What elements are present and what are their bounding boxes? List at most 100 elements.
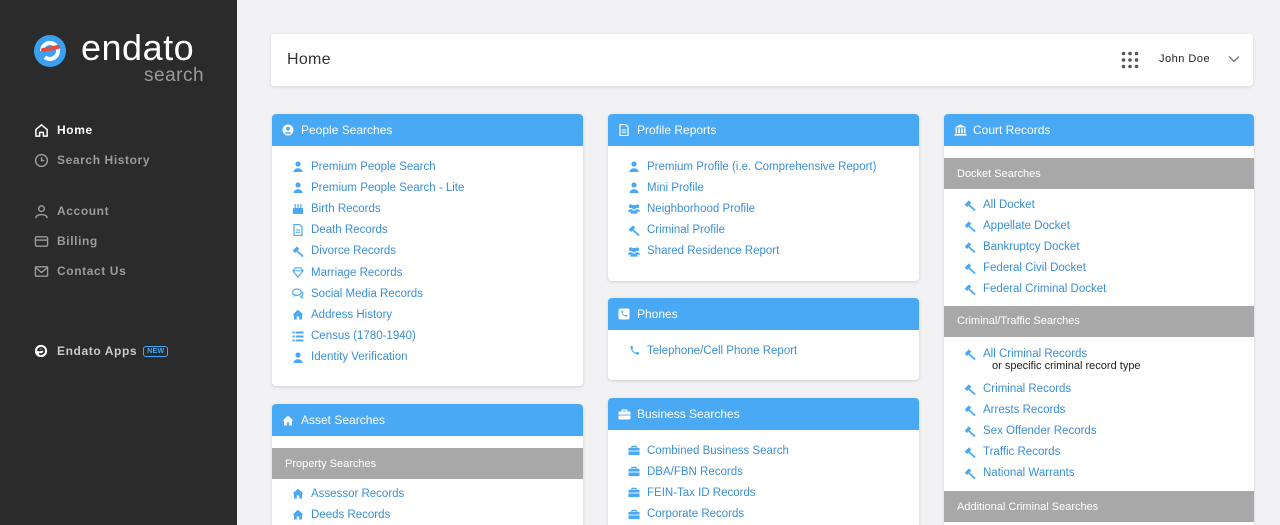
briefcase-icon: [628, 445, 640, 457]
gavel-icon: [964, 383, 976, 395]
additional-criminal-subhead: Additional Criminal Searches: [944, 491, 1254, 523]
link-address-history[interactable]: Address History: [272, 304, 583, 325]
link-premium-people-search[interactable]: Premium People Search: [272, 156, 583, 177]
gavel-icon: [964, 404, 976, 416]
link-assessor-records[interactable]: Assessor Records: [272, 483, 583, 504]
link-traffic-records[interactable]: Traffic Records: [944, 442, 1254, 463]
comments-icon: [292, 288, 304, 300]
list-icon: [292, 330, 304, 342]
gavel-icon: [964, 199, 976, 211]
link-federal-criminal-docket[interactable]: Federal Criminal Docket: [944, 279, 1254, 300]
court-records-card: Court Records Docket Searches All Docket…: [944, 114, 1254, 525]
gavel-icon: [292, 245, 304, 258]
header-bar: Home John Doe: [271, 34, 1253, 86]
sidebar: endato search Home Search History Accoun…: [0, 0, 237, 525]
link-appellate-docket[interactable]: Appellate Docket: [944, 215, 1254, 236]
link-corporate-records[interactable]: Corporate Records: [608, 504, 919, 525]
nav-account[interactable]: Account: [33, 201, 109, 221]
nav-account-label: Account: [57, 204, 110, 218]
apps-grid-icon[interactable]: [1121, 51, 1139, 69]
link-fein-tax-id-records[interactable]: FEIN-Tax ID Records: [608, 482, 919, 503]
credit-card-icon: [33, 233, 49, 249]
criminal-traffic-subhead: Criminal/Traffic Searches: [944, 305, 1254, 337]
user-menu-name[interactable]: John Doe: [1159, 53, 1210, 65]
link-arrests-records[interactable]: Arrests Records: [944, 399, 1254, 420]
link-sex-offender-records[interactable]: Sex Offender Records: [944, 421, 1254, 442]
link-neighborhood-profile[interactable]: Neighborhood Profile: [608, 198, 919, 219]
link-all-docket[interactable]: All Docket: [944, 194, 1254, 215]
courthouse-icon: [953, 123, 967, 137]
link-birth-records[interactable]: Birth Records: [272, 198, 583, 219]
nav-billing[interactable]: Billing: [33, 231, 98, 251]
gavel-icon: [964, 446, 976, 459]
nav-search-history[interactable]: Search History: [33, 150, 150, 170]
phone-square-icon: [617, 307, 631, 321]
link-criminal-profile[interactable]: Criminal Profile: [608, 220, 919, 241]
diamond-icon: [292, 267, 304, 279]
link-deeds-records[interactable]: Deeds Records: [272, 504, 583, 525]
briefcase-icon: [628, 466, 640, 478]
mail-icon: [33, 263, 49, 279]
user-icon: [292, 351, 304, 363]
link-social-media-records[interactable]: Social Media Records: [272, 283, 583, 304]
user-icon: [292, 161, 304, 173]
profile-reports-card: Profile Reports Premium Profile (i.e. Co…: [608, 114, 919, 281]
asset-searches-card: Asset Searches Property Searches Assesso…: [272, 404, 583, 525]
nav-home-label: Home: [57, 123, 93, 137]
gavel-icon: [628, 224, 640, 237]
people-searches-title: People Searches: [301, 123, 393, 137]
user-icon: [33, 203, 49, 219]
link-death-records[interactable]: Death Records: [272, 220, 583, 241]
nav-contact-us[interactable]: Contact Us: [33, 261, 126, 281]
link-criminal-records[interactable]: Criminal Records: [944, 378, 1254, 399]
business-searches-header: Business Searches: [608, 398, 919, 430]
endato-apps-icon: [33, 343, 49, 359]
users-icon: [628, 203, 640, 215]
gavel-icon: [964, 283, 976, 296]
court-records-header: Court Records: [944, 114, 1254, 146]
birthday-cake-icon: [292, 203, 304, 215]
page-title: Home: [287, 51, 331, 68]
home-icon: [281, 413, 295, 427]
chevron-down-icon[interactable]: [1228, 54, 1240, 64]
gavel-icon: [964, 262, 976, 275]
link-divorce-records[interactable]: Divorce Records: [272, 241, 583, 262]
business-searches-title: Business Searches: [637, 407, 740, 421]
link-telephone-report[interactable]: Telephone/Cell Phone Report: [608, 340, 919, 361]
home-icon: [292, 509, 304, 521]
gavel-icon: [964, 425, 976, 437]
home-icon: [292, 309, 304, 321]
link-combined-business-search[interactable]: Combined Business Search: [608, 440, 919, 461]
nav-home[interactable]: Home: [33, 120, 93, 140]
users-icon: [628, 245, 640, 257]
link-shared-residence-report[interactable]: Shared Residence Report: [608, 241, 919, 262]
asset-searches-title: Asset Searches: [301, 413, 386, 427]
nav-endato-apps[interactable]: Endato Apps NEW: [33, 341, 169, 361]
endato-logo-icon: [34, 35, 66, 67]
link-census[interactable]: Census (1780-1940): [272, 326, 583, 347]
clock-icon: [33, 152, 49, 168]
user-icon: [628, 161, 640, 173]
endato-logo[interactable]: endato search: [33, 27, 223, 90]
link-marriage-records[interactable]: Marriage Records: [272, 262, 583, 283]
link-mini-profile[interactable]: Mini Profile: [608, 177, 919, 198]
brand-sub: search: [144, 65, 205, 86]
link-identity-verification[interactable]: Identity Verification: [272, 347, 583, 368]
new-badge: NEW: [143, 345, 169, 357]
gavel-icon: [964, 467, 976, 480]
link-premium-profile[interactable]: Premium Profile (i.e. Comprehensive Repo…: [608, 156, 919, 177]
people-searches-header: People Searches: [272, 114, 583, 146]
phones-card: Phones Telephone/Cell Phone Report: [608, 298, 919, 380]
link-national-warrants[interactable]: National Warrants: [944, 463, 1254, 484]
brand-name: endato: [81, 27, 195, 68]
nav-contact-us-label: Contact Us: [57, 264, 127, 278]
link-dba-fbn-records[interactable]: DBA/FBN Records: [608, 461, 919, 482]
briefcase-icon: [628, 487, 640, 499]
phones-header: Phones: [608, 298, 919, 330]
link-bankruptcy-docket[interactable]: Bankruptcy Docket: [944, 236, 1254, 257]
link-federal-civil-docket[interactable]: Federal Civil Docket: [944, 258, 1254, 279]
property-searches-subhead: Property Searches: [272, 448, 583, 479]
link-premium-people-search-lite[interactable]: Premium People Search - Lite: [272, 177, 583, 198]
user-icon: [292, 182, 304, 194]
user-circle-icon: [281, 123, 295, 137]
